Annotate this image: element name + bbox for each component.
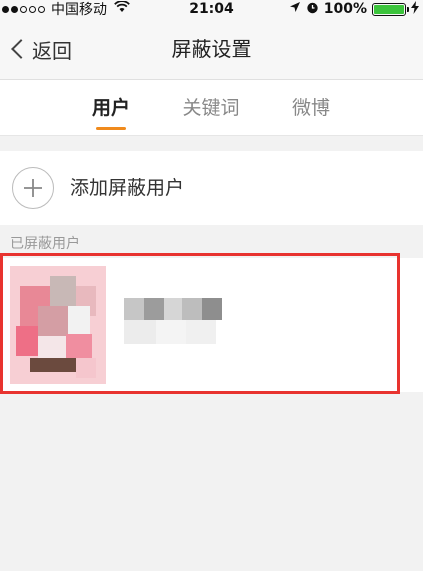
username <box>124 298 234 348</box>
back-label: 返回 <box>32 38 72 63</box>
battery-fill <box>374 4 404 14</box>
blocked-user-row[interactable] <box>0 258 423 392</box>
status-bar: 中国移动 21:04 100% <box>0 0 423 18</box>
location-icon <box>289 1 301 17</box>
add-blocked-user-button[interactable]: 添加屏蔽用户 <box>0 151 423 225</box>
battery-percent: 100% <box>323 1 367 17</box>
status-right: 100% <box>289 0 419 18</box>
blocked-users-header: 已屏蔽用户 <box>10 236 80 252</box>
alarm-icon <box>306 1 319 18</box>
tab-weibo[interactable]: 微博 <box>271 80 351 136</box>
avatar <box>10 266 106 384</box>
plus-icon <box>12 167 54 209</box>
battery-icon <box>372 2 409 16</box>
active-tab-indicator <box>96 127 126 130</box>
tab-bar: 用户 关键词 微博 <box>0 80 423 136</box>
add-blocked-user-label: 添加屏蔽用户 <box>70 177 185 199</box>
tab-keywords[interactable]: 关键词 <box>171 80 251 136</box>
chevron-left-icon <box>11 39 31 59</box>
charging-icon <box>411 0 419 18</box>
nav-bar: 屏蔽设置 返回 <box>0 18 423 80</box>
back-button[interactable]: 返回 <box>8 18 72 80</box>
